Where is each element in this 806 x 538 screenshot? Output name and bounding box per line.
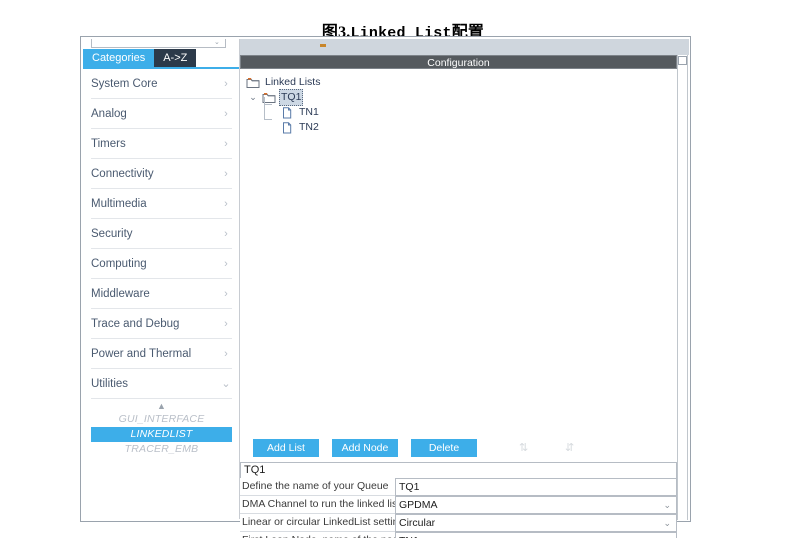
sidebar-item-middleware[interactable]: Middleware › <box>91 279 232 309</box>
configuration-header: Configuration <box>240 55 677 69</box>
tree-action-buttons: Add List Add Node Delete ⇅ ⇵ <box>240 436 677 460</box>
application-window: ⌄ Categories A->Z System Core › Analog › Tim… <box>80 36 691 538</box>
form-label: Linear or circular LinkedList setting <box>240 514 395 531</box>
sidebar-item-utilities[interactable]: Utilities ⌄ <box>91 369 232 399</box>
sidebar-item-security[interactable]: Security › <box>91 219 232 249</box>
sidebar-tabs: Categories A->Z <box>83 49 239 67</box>
tree-node-label: TQ1 <box>279 89 304 106</box>
tree-node-tn1[interactable]: TN1 <box>244 105 677 120</box>
tab-a-to-z[interactable]: A->Z <box>154 49 197 67</box>
select-dma-channel-to-run-the-linked-list[interactable]: GPDMA ⌄ <box>395 496 677 514</box>
form-row-define-the-name-of-your-queue: Define the name of your Queue <box>240 478 677 496</box>
tree-node-linked-lists[interactable]: Linked Lists <box>244 75 677 90</box>
sidebar-item-timers[interactable]: Timers › <box>91 129 232 159</box>
select-value: Circular <box>399 517 436 529</box>
sidebar-item-label: System Core <box>91 77 158 90</box>
sidebar-item-label: Multimedia <box>91 197 147 210</box>
sidebar-subitem-linkedlist[interactable]: LINKEDLIST <box>91 427 232 442</box>
document-icon <box>280 121 294 134</box>
sidebar-item-label: Utilities <box>91 377 129 390</box>
sidebar-item-system-core[interactable]: System Core › <box>91 69 232 99</box>
form-label: First Loop Node, name of the node <box>240 532 395 538</box>
select-value: GPDMA <box>399 499 438 511</box>
configuration-panel: Configuration Linked Lists ⌄ TQ1 TN1 TN2 Add… <box>240 39 689 538</box>
input-first-loop-node-name-of-the-node[interactable] <box>395 532 677 538</box>
document-icon <box>280 106 294 119</box>
sidebar-item-trace-and-debug[interactable]: Trace and Debug › <box>91 309 232 339</box>
sidebar-subitem-tracer-emb[interactable]: TRACER_EMB <box>91 442 232 457</box>
sidebar-item-label: Computing <box>91 257 147 270</box>
sidebar-item-label: Trace and Debug <box>91 317 180 330</box>
form-section-title-label: TQ1 <box>244 464 266 476</box>
tab-a-to-z-label: A->Z <box>163 52 188 64</box>
form-row-dma-channel-to-run-the-linked-list: DMA Channel to run the linked list GPDMA ⌄ <box>240 496 677 514</box>
sidebar-item-label: Analog <box>91 107 127 120</box>
chevron-down-icon: ⌄ <box>221 378 231 390</box>
linked-list-tree: Linked Lists ⌄ TQ1 TN1 TN2 <box>240 70 677 434</box>
chevron-down-icon: ⌄ <box>214 39 220 46</box>
tree-node-label: TN1 <box>299 106 319 118</box>
panel-top-strip <box>240 39 689 55</box>
chevron-right-icon: › <box>224 197 228 210</box>
form-section-title: TQ1 <box>240 462 677 478</box>
configuration-header-label: Configuration <box>427 57 490 69</box>
add-node-button[interactable]: Add Node <box>332 439 398 457</box>
tree-guide-line <box>264 119 272 120</box>
panel-marker-icon <box>320 44 326 47</box>
sidebar-item-label: Power and Thermal <box>91 347 192 360</box>
sort-descending-icon[interactable]: ⇅ <box>519 441 533 455</box>
chevron-right-icon: › <box>224 287 228 300</box>
tree-node-tq1[interactable]: ⌄ TQ1 <box>244 89 677 106</box>
chevron-right-icon: › <box>224 347 228 360</box>
screenshot-root: 图3.Linked List配置 ⌄ Categories A->Z Syste… <box>0 0 806 538</box>
sidebar-item-multimedia[interactable]: Multimedia › <box>91 189 232 219</box>
sidebar-item-power-and-thermal[interactable]: Power and Thermal › <box>91 339 232 369</box>
chevron-right-icon: › <box>224 77 228 90</box>
chevron-right-icon: › <box>224 137 228 150</box>
form-label: DMA Channel to run the linked list <box>240 496 395 513</box>
chevron-right-icon: › <box>224 227 228 240</box>
select-linear-or-circular-linkedlist-setting[interactable]: Circular ⌄ <box>395 514 677 532</box>
folder-icon <box>246 77 260 89</box>
tab-categories[interactable]: Categories <box>83 49 155 67</box>
form-row-first-loop-node-name-of-the-node: First Loop Node, name of the node <box>240 532 677 538</box>
sidebar-item-label: Timers <box>91 137 126 150</box>
window-content: ⌄ Categories A->Z System Core › Analog › Tim… <box>82 38 689 538</box>
tree-node-label: TN2 <box>299 121 319 133</box>
input-define-the-name-of-your-queue[interactable] <box>395 478 677 496</box>
category-list: System Core › Analog › Timers › Connectivity › M… <box>83 69 239 519</box>
form-rows-container: Define the name of your QueueDMA Channel… <box>240 478 677 538</box>
chevron-down-icon: ⌄ <box>663 500 671 510</box>
chevron-right-icon: › <box>224 317 228 330</box>
scroll-up-icon[interactable]: ▲ <box>83 401 239 412</box>
tab-categories-label: Categories <box>92 52 146 64</box>
tree-node-label: Linked Lists <box>265 76 321 88</box>
search-input[interactable]: ⌄ <box>91 39 226 48</box>
chevron-right-icon: › <box>224 167 228 180</box>
chevron-right-icon: › <box>224 257 228 270</box>
form-row-linear-or-circular-linkedlist-setting: Linear or circular LinkedList setting Cir… <box>240 514 677 532</box>
delete-button[interactable]: Delete <box>411 439 477 457</box>
sidebar-subitem-gui-interface[interactable]: GUI_INTERFACE <box>91 412 232 427</box>
sort-ascending-icon[interactable]: ⇵ <box>565 441 579 455</box>
tree-node-tn2[interactable]: TN2 <box>244 120 677 135</box>
chevron-down-icon[interactable]: ⌄ <box>248 92 258 102</box>
sidebar-item-computing[interactable]: Computing › <box>91 249 232 279</box>
sidebar-item-label: Middleware <box>91 287 150 300</box>
sidebar-item-label: Security <box>91 227 133 240</box>
chevron-down-icon: ⌄ <box>663 518 671 528</box>
tree-guide-line <box>264 97 265 120</box>
tree-guide-line <box>264 104 272 105</box>
form-label: Define the name of your Queue <box>240 478 395 495</box>
vertical-scrollbar[interactable] <box>677 55 688 520</box>
sidebar-item-connectivity[interactable]: Connectivity › <box>91 159 232 189</box>
configuration-form: TQ1 Define the name of your QueueDMA Cha… <box>240 462 677 538</box>
chevron-right-icon: › <box>224 107 228 120</box>
scrollbar-thumb[interactable] <box>678 56 687 65</box>
sidebar-item-label: Connectivity <box>91 167 154 180</box>
utilities-subitems: ▲ GUI_INTERFACE LINKEDLIST TRACER_EMB <box>83 401 239 457</box>
add-list-button[interactable]: Add List <box>253 439 319 457</box>
categories-sidebar: ⌄ Categories A->Z System Core › Analog › Tim… <box>83 39 240 519</box>
sidebar-item-analog[interactable]: Analog › <box>91 99 232 129</box>
